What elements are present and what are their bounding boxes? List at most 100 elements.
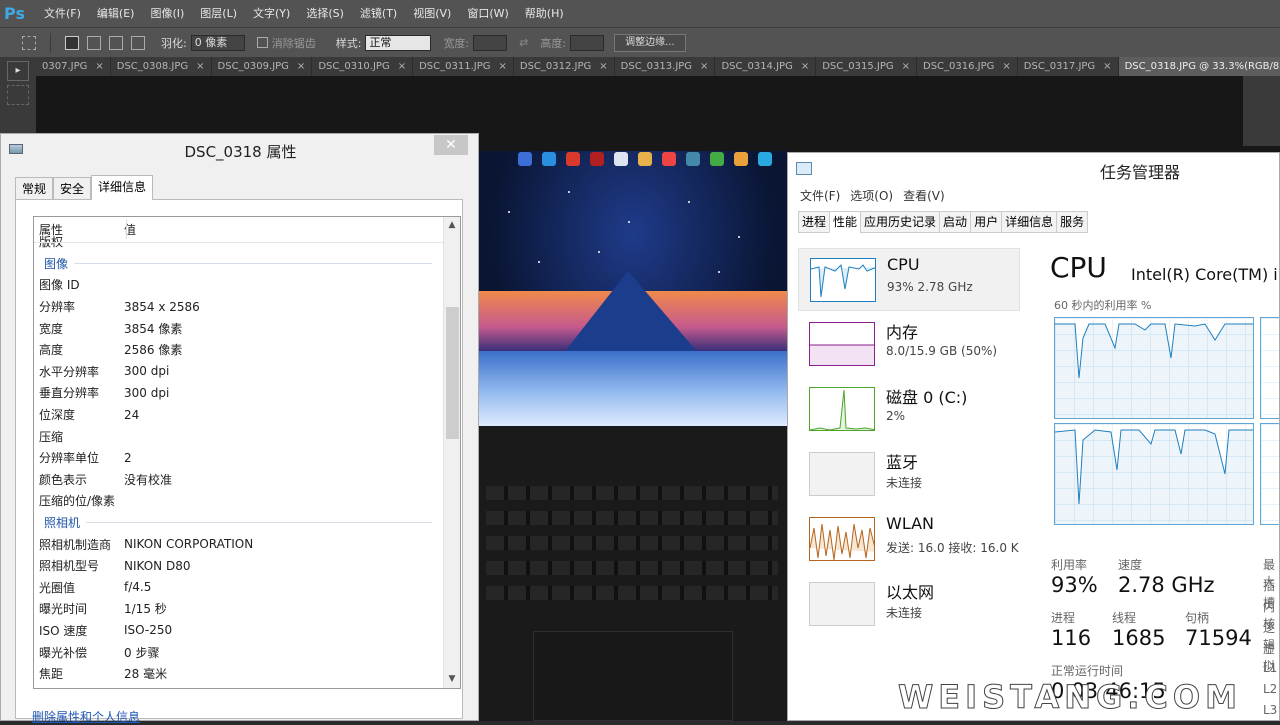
close-icon[interactable]: × (196, 57, 204, 76)
menu-edit[interactable]: 编辑(E) (89, 0, 143, 27)
property-row[interactable]: 照相机制造商 NIKON CORPORATION (34, 533, 460, 555)
add-selection-icon[interactable] (87, 35, 101, 50)
scroll-up-icon[interactable]: ▲ (444, 217, 460, 234)
refine-edge-button[interactable]: 调整边缘... (614, 33, 686, 52)
close-icon[interactable]: × (1002, 57, 1010, 76)
property-list[interactable]: 属性 值 版权 图像 图像 ID 分辨率 3854 x 2586 宽度 3854 像素 高度 2… (33, 216, 461, 689)
close-icon[interactable]: × (1103, 57, 1111, 76)
new-selection-icon[interactable] (65, 35, 79, 50)
property-row[interactable]: 颜色表示 没有校准 (34, 469, 460, 491)
property-row[interactable]: 照相机型号 NIKON D80 (34, 555, 460, 577)
width-input[interactable] (473, 34, 508, 51)
doc-tab[interactable]: 0307.JPG × (36, 57, 111, 76)
remove-properties-link[interactable]: 删除属性和个人信息 (32, 708, 140, 725)
doc-tab[interactable]: DSC_0316.JPG × (917, 57, 1018, 76)
intersect-selection-icon[interactable] (131, 35, 145, 50)
feather-input[interactable]: 0 像素 (190, 34, 245, 51)
property-row[interactable]: 图像 ID (34, 274, 460, 296)
menu-window[interactable]: 窗口(W) (459, 0, 516, 27)
close-icon[interactable]: × (398, 57, 406, 76)
menu-type[interactable]: 文字(Y) (245, 0, 298, 27)
close-icon[interactable]: × (801, 57, 809, 76)
sidebar-item-cpu[interactable]: CPU 93% 2.78 GHz (798, 248, 1020, 311)
menu-image[interactable]: 图像(I) (142, 0, 192, 27)
tab-details[interactable]: 详细信息 (1001, 211, 1057, 233)
tab-app-history[interactable]: 应用历史记录 (860, 211, 940, 233)
doc-tab[interactable]: DSC_0310.JPG × (312, 57, 414, 76)
sidebar-item-memory[interactable]: 内存 8.0/15.9 GB (50%) (798, 313, 1020, 376)
tab-users[interactable]: 用户 (970, 211, 1002, 233)
antialias-checkbox[interactable] (256, 37, 268, 48)
menu-view[interactable]: 视图(V) (405, 0, 459, 27)
move-tool-icon[interactable]: ▸ (7, 61, 29, 81)
sidebar-item-wlan[interactable]: WLAN 发送: 16.0 接收: 16.0 K (798, 508, 1020, 571)
close-icon[interactable]: × (902, 57, 910, 76)
dialog-titlebar[interactable]: DSC_0318 属性 ✕ (1, 134, 478, 164)
menu-file[interactable]: 文件(F) (800, 187, 840, 204)
property-row[interactable]: 水平分辨率 300 dpi (34, 361, 460, 383)
doc-tab[interactable]: DSC_0313.JPG × (614, 57, 716, 76)
property-row[interactable]: 曝光补偿 0 步骤 (34, 641, 460, 663)
menu-help[interactable]: 帮助(H) (517, 0, 572, 27)
doc-tab-active[interactable]: DSC_0318.JPG @ 33.3%(RGB/8)× (1118, 57, 1280, 76)
vertical-scrollbar[interactable]: ▲ ▼ (443, 217, 460, 688)
doc-tab[interactable]: DSC_0309.JPG × (211, 57, 313, 76)
property-value: 300 dpi (124, 364, 170, 379)
marquee-tool-icon[interactable] (22, 35, 36, 50)
property-group-header[interactable]: 图像 (34, 253, 460, 275)
property-row[interactable]: ISO 速度 ISO-250 (34, 620, 460, 642)
property-row[interactable]: 宽度 3854 像素 (34, 317, 460, 339)
style-select[interactable]: 正常 (365, 34, 432, 51)
property-row[interactable]: 曝光时间 1/15 秒 (34, 598, 460, 620)
subtract-selection-icon[interactable] (109, 35, 123, 50)
menu-options[interactable]: 选项(O) (850, 187, 893, 204)
property-row[interactable]: 焦距 28 毫米 (34, 663, 460, 685)
property-group-header[interactable]: 照相机 (34, 512, 460, 534)
property-row[interactable]: 分辨率单位 2 (34, 447, 460, 469)
doc-tab-label: DSC_0316.JPG (923, 61, 995, 72)
close-icon[interactable]: × (599, 57, 607, 76)
doc-tab[interactable]: DSC_0315.JPG × (816, 57, 917, 76)
height-input[interactable] (570, 34, 605, 51)
menu-filter[interactable]: 滤镜(T) (352, 0, 405, 27)
column-divider[interactable] (126, 219, 127, 239)
menu-select[interactable]: 选择(S) (298, 0, 352, 27)
sidebar-item-bluetooth[interactable]: 蓝牙 未连接 (798, 443, 1020, 506)
doc-tab[interactable]: DSC_0311.JPG × (413, 57, 514, 76)
close-icon[interactable]: × (95, 57, 103, 76)
doc-tab[interactable]: DSC_0317.JPG × (1017, 57, 1119, 76)
taskmgr-titlebar[interactable]: 任务管理器 (788, 153, 1279, 185)
swap-icon[interactable]: ⇄ (519, 36, 528, 49)
property-row[interactable]: 压缩 (34, 425, 460, 447)
doc-tab[interactable]: DSC_0308.JPG × (110, 57, 212, 76)
menu-layer[interactable]: 图层(L) (192, 0, 245, 27)
close-icon[interactable]: ✕ (434, 135, 468, 155)
tab-security[interactable]: 安全 (53, 177, 92, 200)
property-row[interactable]: 位深度 24 (34, 404, 460, 426)
column-property[interactable]: 属性 (34, 221, 124, 238)
tab-general[interactable]: 常规 (15, 177, 54, 200)
close-icon[interactable]: × (498, 57, 506, 76)
property-row[interactable]: 分辨率 3854 x 2586 (34, 296, 460, 318)
desktop-icon (566, 152, 580, 166)
tab-processes[interactable]: 进程 (798, 211, 830, 233)
sidebar-item-ethernet[interactable]: 以太网 未连接 (798, 573, 1020, 636)
tab-performance[interactable]: 性能 (829, 211, 861, 233)
property-row[interactable]: 高度 2586 像素 (34, 339, 460, 361)
menu-file[interactable]: 文件(F) (36, 0, 89, 27)
tab-services[interactable]: 服务 (1056, 211, 1089, 233)
property-row[interactable]: 压缩的位/像素 (34, 490, 460, 512)
tab-details[interactable]: 详细信息 (91, 175, 154, 200)
doc-tab[interactable]: DSC_0314.JPG × (715, 57, 817, 76)
close-icon[interactable]: × (297, 57, 305, 76)
property-row[interactable]: 垂直分辨率 300 dpi (34, 382, 460, 404)
menu-view[interactable]: 查看(V) (903, 187, 945, 204)
property-row[interactable]: 光圈值 f/4.5 (34, 577, 460, 599)
scroll-thumb[interactable] (446, 307, 459, 439)
scroll-down-icon[interactable]: ▼ (444, 671, 460, 688)
sidebar-item-disk[interactable]: 磁盘 0 (C:) 2% (798, 378, 1020, 441)
marquee-tool-icon-2[interactable] (7, 85, 29, 105)
close-icon[interactable]: × (700, 57, 708, 76)
doc-tab[interactable]: DSC_0312.JPG × (513, 57, 615, 76)
tab-startup[interactable]: 启动 (939, 211, 971, 233)
